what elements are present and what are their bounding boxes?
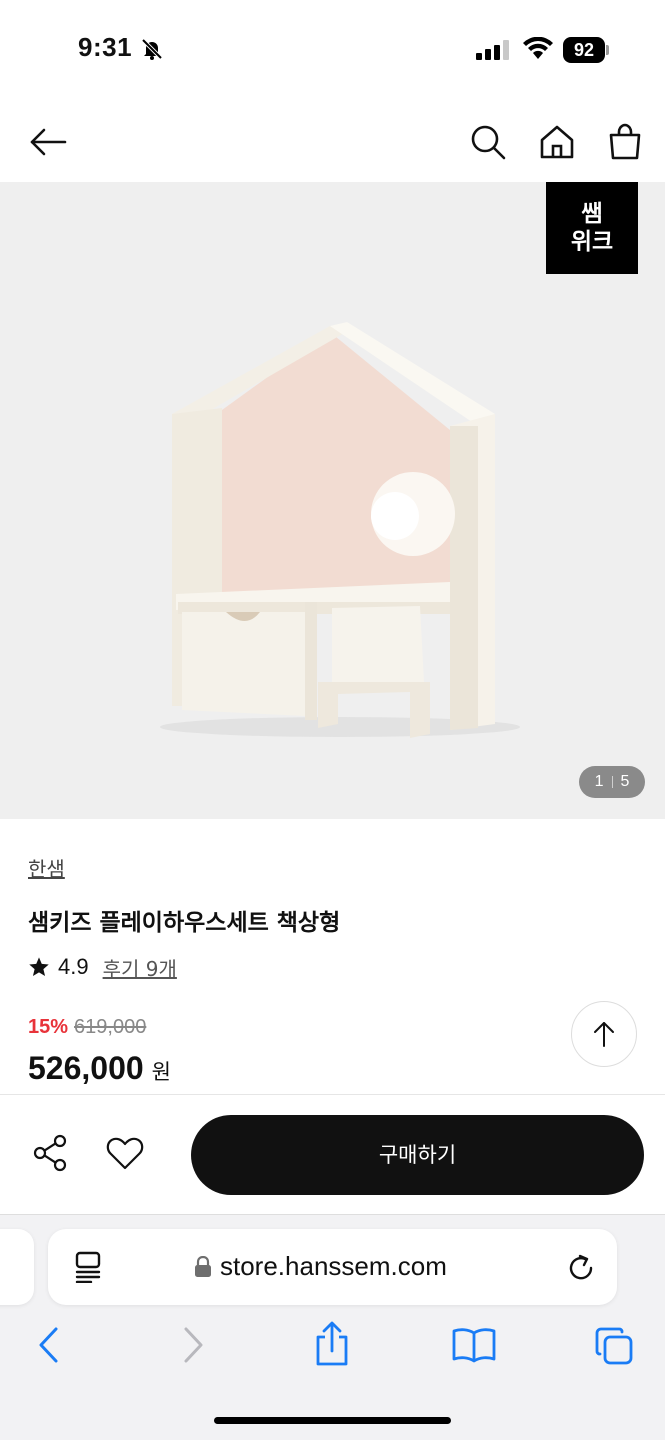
status-time: 9:31 (78, 32, 133, 62)
top-nav-bar (0, 100, 665, 182)
product-title: 샘키즈 플레이하우스세트 책상형 (28, 910, 341, 936)
pager-separator (611, 775, 613, 788)
reload-icon[interactable] (566, 1253, 596, 1283)
back-arrow-icon[interactable] (28, 122, 68, 162)
discount-rate: 15% (28, 1016, 69, 1038)
star-icon (29, 957, 49, 976)
pager-total: 5 (620, 773, 630, 790)
image-pager: 15 (579, 766, 645, 798)
buy-button[interactable]: 구매하기 (191, 1115, 644, 1195)
bell-off-icon (141, 38, 163, 60)
signal-icon (476, 40, 509, 60)
shopping-bag-icon[interactable] (605, 122, 645, 162)
rating-value: 4.9 (58, 954, 89, 979)
share-up-icon[interactable] (313, 1321, 351, 1367)
heart-icon[interactable] (105, 1133, 145, 1173)
url-text: store.hanssem.com (220, 1251, 447, 1281)
badge-line-2: 위크 (570, 229, 614, 255)
search-icon[interactable] (468, 122, 508, 162)
price-row: 526,000 원 (28, 1050, 171, 1087)
battery-tip (606, 45, 609, 55)
previous-tab-peek[interactable] (0, 1229, 34, 1305)
share-icon[interactable] (30, 1133, 70, 1173)
address-bar[interactable]: store.hanssem.com (48, 1229, 617, 1305)
forward-chevron-icon[interactable] (180, 1325, 206, 1365)
browser-toolbar: store.hanssem.com (0, 1214, 665, 1440)
badge-line-1: 쌤 (581, 201, 603, 227)
original-price: 619,000 (74, 1016, 147, 1038)
wifi-icon (523, 37, 553, 59)
bookmarks-icon[interactable] (452, 1327, 496, 1363)
pager-current: 1 (594, 773, 604, 790)
home-indicator (214, 1417, 451, 1424)
status-bar: 9:31 92 (0, 0, 665, 100)
back-chevron-icon[interactable] (36, 1325, 62, 1365)
rating-row: 4.9 후기 9개 (28, 952, 177, 982)
discount-row: 15% 619,000 (28, 1016, 146, 1039)
lock-icon (195, 1256, 211, 1277)
arrow-up-icon (594, 1022, 614, 1047)
promo-badge: 쌤 위크 (546, 182, 638, 274)
tabs-icon[interactable] (594, 1326, 634, 1366)
home-icon[interactable] (537, 122, 577, 162)
review-link[interactable]: 후기 9개 (103, 953, 177, 982)
purchase-action-bar: 구매하기 (0, 1094, 665, 1214)
reader-icon[interactable] (74, 1251, 104, 1283)
currency-unit: 원 (151, 1060, 171, 1084)
product-image (160, 322, 520, 738)
product-image-carousel[interactable]: 쌤 위크 15 (0, 182, 665, 819)
battery-icon: 92 (563, 37, 605, 63)
brand-link[interactable]: 한샘 (28, 853, 65, 882)
sale-price: 526,000 (28, 1050, 144, 1086)
scroll-top-button[interactable] (571, 1001, 637, 1067)
